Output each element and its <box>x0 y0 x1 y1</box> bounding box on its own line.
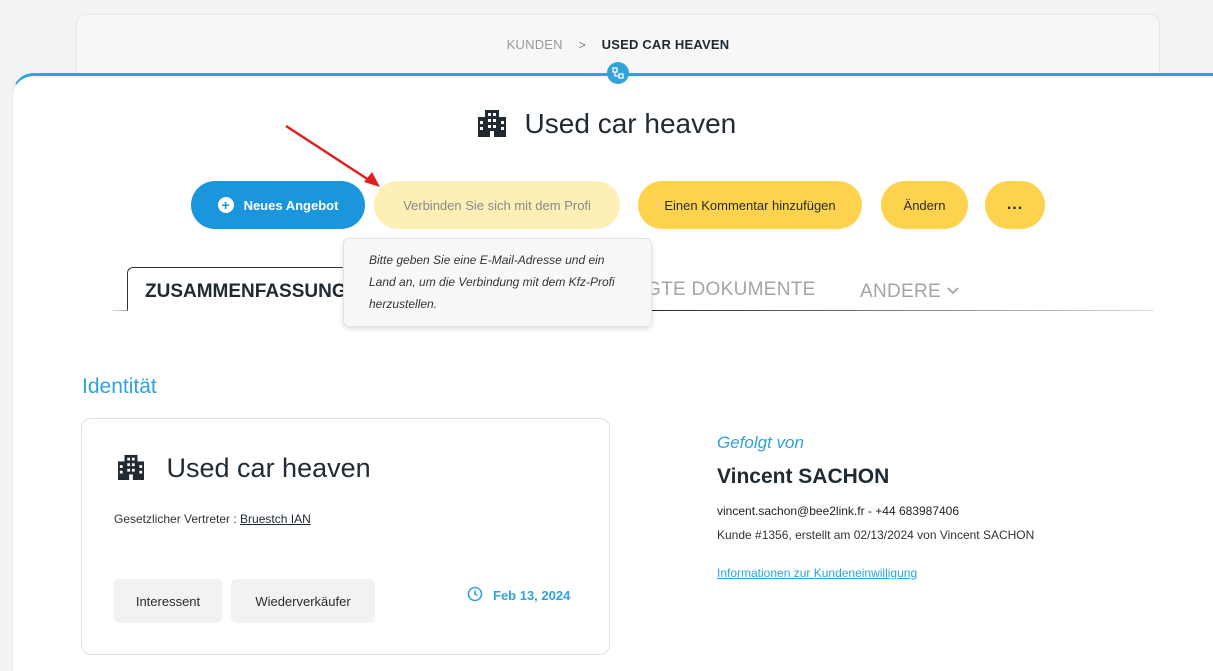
tag-interessent: Interessent <box>114 579 222 623</box>
tab-andere-label: ANDERE <box>860 281 941 302</box>
building-icon <box>117 454 145 487</box>
creation-date-text: Feb 13, 2024 <box>493 588 571 603</box>
connect-pro-button[interactable]: Verbinden Sie sich mit dem Profi <box>374 181 620 229</box>
identity-name-text: Used car heaven <box>166 453 371 483</box>
page-title-text: Used car heaven <box>524 108 737 139</box>
plus-circle-icon: + <box>217 197 234 213</box>
connect-pro-tooltip: Bitte geben Sie eine E-Mail-Adresse und … <box>343 238 652 327</box>
breadcrumb-separator: > <box>578 38 586 52</box>
tag-wiederverkaeufer: Wiederverkäufer <box>231 579 375 623</box>
breadcrumb: KUNDEN > USED CAR HEAVEN <box>77 37 1159 52</box>
client-info: Kunde #1356, erstellt am 02/13/2024 von … <box>717 528 1035 542</box>
new-offer-label: Neues Angebot <box>243 197 339 213</box>
hierarchy-icon[interactable] <box>607 62 629 84</box>
building-icon <box>477 109 507 144</box>
more-actions-button[interactable]: ... <box>985 181 1045 229</box>
identity-section-title: Identität <box>82 375 157 398</box>
legal-representative-link[interactable]: Bruestch IAN <box>240 512 311 526</box>
tab-zusammenfassung[interactable]: ZUSAMMENFASSUNG <box>127 267 357 311</box>
red-arrow-annotation <box>285 124 380 187</box>
followed-by-label: Gefolgt von <box>717 433 804 452</box>
followed-by-name: Vincent SACHON <box>717 465 890 488</box>
breadcrumb-kunden-link[interactable]: KUNDEN <box>507 37 563 52</box>
clock-icon <box>467 586 483 605</box>
tab-dokumente[interactable]: GTE DOKUMENTE <box>646 279 816 301</box>
tab-andere[interactable]: ANDERE <box>860 279 959 303</box>
legal-representative: Gesetzlicher Vertreter : Bruestch IAN <box>114 512 311 526</box>
page-title: Used car heaven <box>0 108 1213 144</box>
creation-date: Feb 13, 2024 <box>467 586 570 605</box>
consent-info-link[interactable]: Informationen zur Kundeneinwilligung <box>717 566 917 580</box>
chevron-down-icon <box>947 279 959 301</box>
edit-button[interactable]: Ändern <box>881 181 968 229</box>
legal-label: Gesetzlicher Vertreter : <box>114 512 241 526</box>
identity-name: Used car heaven <box>117 453 371 487</box>
add-comment-button[interactable]: Einen Kommentar hinzufügen <box>638 181 862 229</box>
followed-by-contact: vincent.sachon@bee2link.fr - +44 6839874… <box>717 504 960 518</box>
identity-card: Used car heaven Gesetzlicher Vertreter :… <box>81 418 610 655</box>
breadcrumb-current: USED CAR HEAVEN <box>601 37 730 52</box>
